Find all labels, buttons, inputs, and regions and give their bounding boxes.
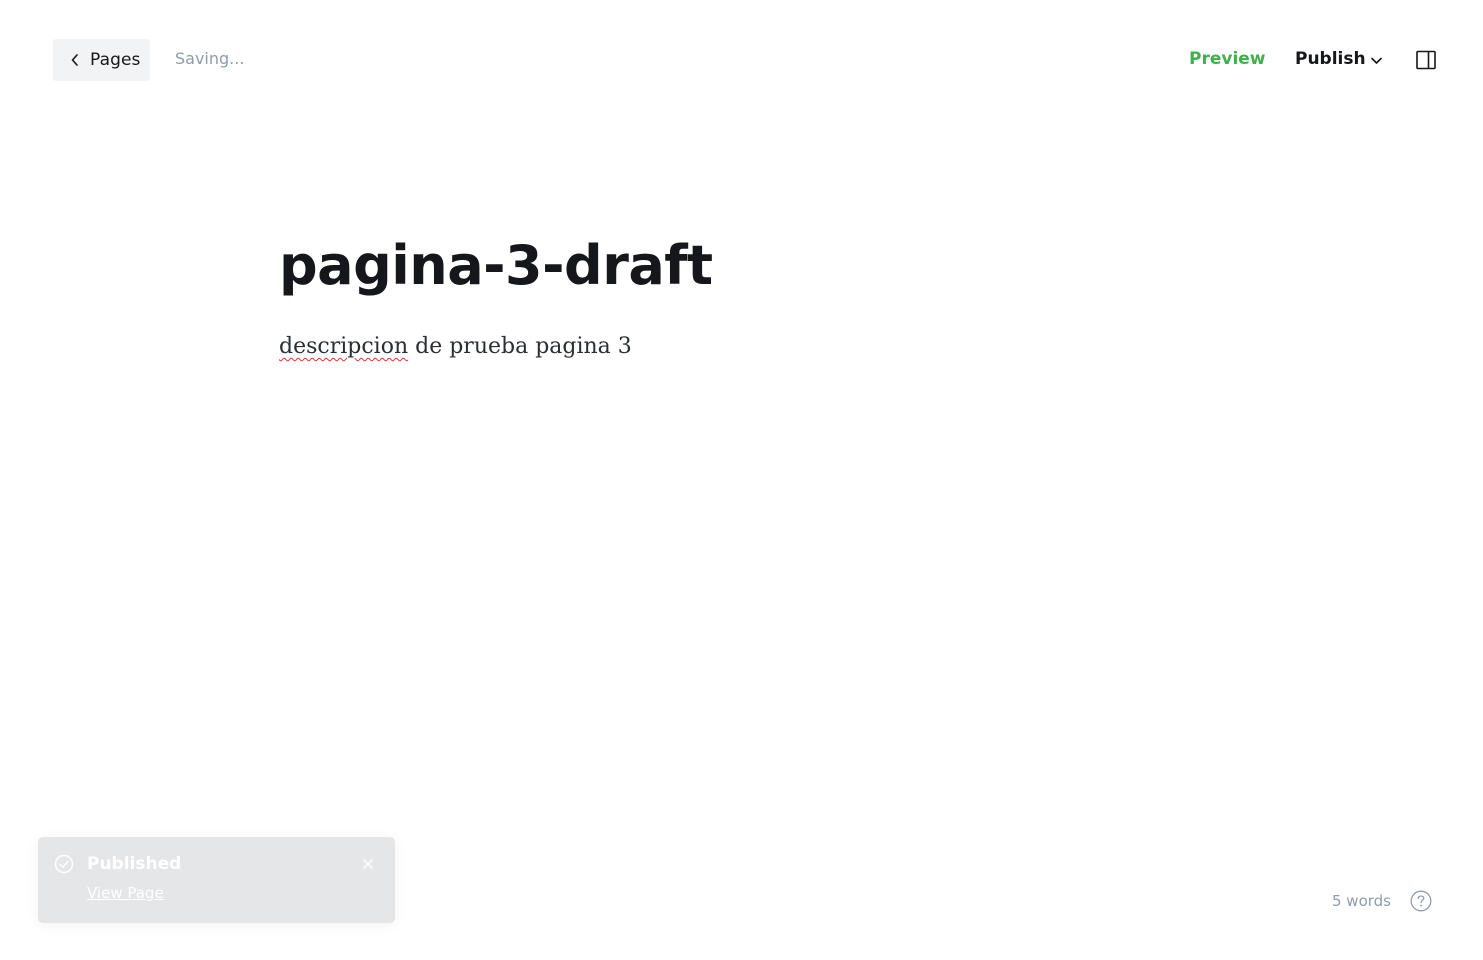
editor-page: Pages Saving... Preview Publish pagina-3…	[0, 0, 1483, 960]
help-icon	[1410, 890, 1432, 912]
check-circle-icon	[54, 854, 74, 874]
notification-title: Published	[87, 854, 182, 874]
misspelled-word: descripcion	[279, 334, 409, 359]
sidebar-toggle-icon	[1416, 50, 1436, 70]
settings-sidebar-toggle[interactable]	[1415, 49, 1437, 71]
post-body-editor[interactable]: descripcion de prueba pagina 3	[279, 333, 632, 362]
publish-dropdown-button[interactable]: Publish	[1295, 49, 1382, 69]
back-to-pages-button[interactable]: Pages	[53, 39, 150, 81]
save-status: Saving...	[175, 49, 245, 68]
help-button[interactable]	[1410, 890, 1432, 912]
chevron-down-icon	[1370, 57, 1382, 65]
post-title[interactable]: pagina-3-draft	[279, 236, 713, 296]
view-page-link[interactable]: View Page	[87, 884, 164, 902]
chevron-left-icon	[69, 53, 81, 67]
close-icon[interactable]	[361, 857, 375, 871]
preview-button[interactable]: Preview	[1189, 49, 1266, 69]
body-text: de prueba pagina 3	[408, 334, 632, 359]
word-count: 5 words	[1332, 892, 1391, 910]
back-button-label: Pages	[90, 50, 141, 70]
publish-label: Publish	[1295, 49, 1366, 69]
published-notification: Published View Page	[38, 837, 395, 923]
